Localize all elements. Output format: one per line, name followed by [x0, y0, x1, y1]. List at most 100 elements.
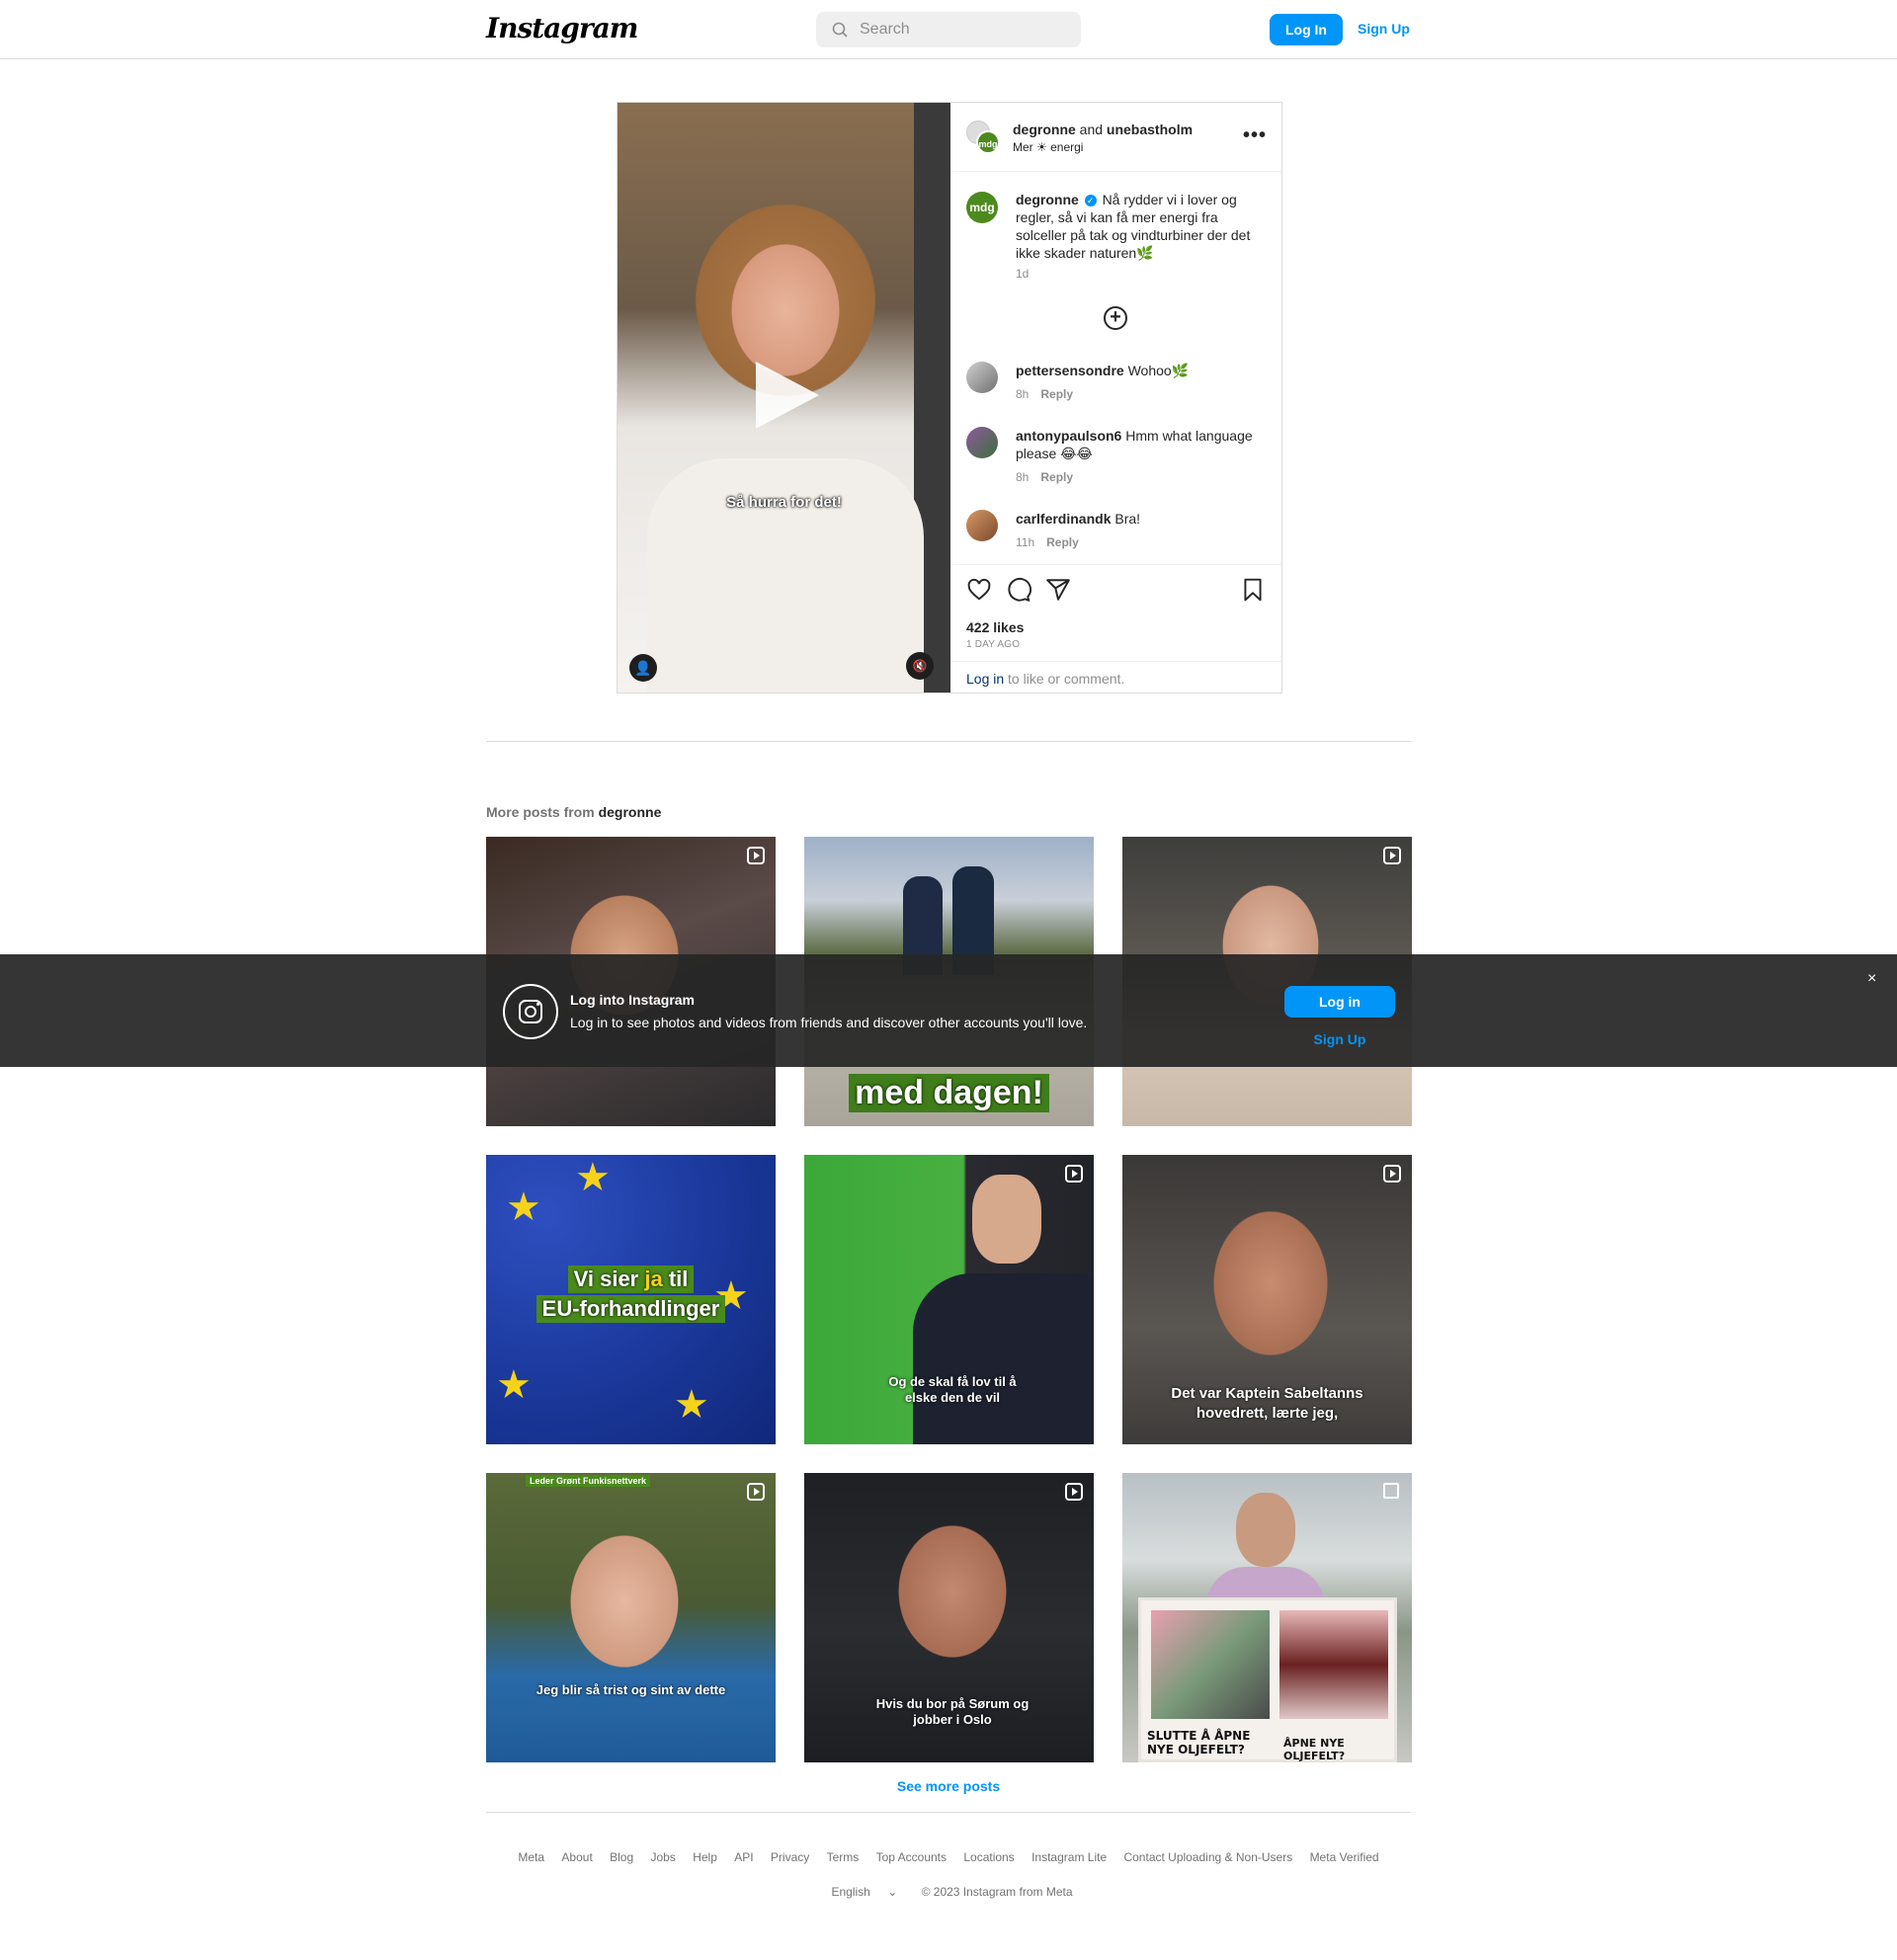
section-divider [486, 741, 1411, 742]
reply-button[interactable]: Reply [1046, 535, 1079, 549]
post-thumbnail[interactable]: Det var Kaptein Sabeltanns hovedrett, læ… [1122, 1155, 1412, 1444]
post-subtitle[interactable]: Mer ☀ energi [1013, 140, 1083, 154]
footer-link[interactable]: Instagram Lite [1031, 1850, 1107, 1864]
more-posts-username[interactable]: degronne [599, 804, 662, 820]
footer-link[interactable]: Privacy [771, 1850, 809, 1864]
close-icon[interactable]: × [1867, 970, 1876, 988]
mute-icon[interactable]: 🔇 [906, 652, 934, 680]
star-icon: ★ [674, 1383, 709, 1427]
login-prompt: Log in to like or comment. [950, 661, 1281, 694]
footer-link[interactable]: About [561, 1850, 592, 1864]
instagram-icon [503, 984, 558, 1039]
author-avatar[interactable]: mdg [976, 130, 1000, 154]
thumbnail-caption: Vi sier ja til EU-forhandlinger [486, 1266, 776, 1325]
comment-meta: 8h Reply [1016, 387, 1073, 401]
star-icon: ★ [496, 1363, 532, 1407]
post-thumbnail[interactable]: Hvis du bor på Sørum og jobber i Oslo [804, 1473, 1094, 1762]
thumbnail-caption: Det var Kaptein Sabeltanns hovedrett, læ… [1171, 1385, 1363, 1422]
reply-button[interactable]: Reply [1040, 470, 1073, 484]
copyright: © 2023 Instagram from Meta [921, 1885, 1073, 1899]
footer-link[interactable]: Blog [610, 1850, 633, 1864]
thumbnail-figure [972, 1175, 1041, 1264]
login-link[interactable]: Log in [966, 671, 1004, 687]
comment-avatar[interactable] [966, 427, 998, 458]
comment-meta: 11h Reply [1016, 535, 1079, 549]
signup-link[interactable]: Sign Up [1358, 21, 1410, 37]
author-username[interactable]: degronne [1013, 122, 1076, 137]
reel-icon [1383, 1165, 1401, 1183]
thumbnail-figure [913, 1273, 1094, 1444]
caption-avatar[interactable]: mdg [966, 192, 998, 223]
top-nav: Instagram Log In Sign Up [0, 0, 1897, 59]
see-more-posts-link[interactable]: See more posts [0, 1778, 1897, 1794]
reply-button[interactable]: Reply [1040, 387, 1073, 401]
comment-username[interactable]: carlferdinandk [1016, 511, 1111, 527]
comment-username[interactable]: antonypaulson6 [1016, 428, 1121, 444]
bookmark-icon[interactable] [1240, 577, 1266, 603]
protest-sign: SLUTTE Å ÅPNE NYE OLJEFELT? ÅPNE NYE OLJ… [1138, 1597, 1397, 1762]
comment-avatar[interactable] [966, 510, 998, 541]
footer-link[interactable]: Meta Verified [1310, 1850, 1379, 1864]
post-sidebar: mdg degronne and unebastholm Mer ☀ energ… [950, 103, 1281, 693]
comment-item: carlferdinandk Bra! [1016, 510, 1258, 528]
like-count[interactable]: 422 likes [966, 619, 1024, 635]
post-thumbnail[interactable]: Leder Grønt Funkisnettverk Jeg blir så t… [486, 1473, 776, 1762]
post-actions: 422 likes 1 DAY AGO Log in to like or co… [950, 564, 1281, 693]
play-icon[interactable] [756, 362, 819, 429]
search-box[interactable] [816, 12, 1081, 47]
thumbnail-figure [1236, 1493, 1295, 1567]
search-input[interactable] [860, 21, 1057, 39]
comment-meta: 8h Reply [1016, 470, 1073, 484]
footer-link[interactable]: Help [693, 1850, 717, 1864]
post-caption: degronne ✓ Nå rydder vi i lover og regle… [1016, 191, 1258, 262]
footer-links: Meta About Blog Jobs Help API Privacy Te… [0, 1850, 1897, 1864]
reel-icon [1065, 1483, 1083, 1501]
more-icon[interactable]: ••• [1243, 124, 1267, 147]
footer-link[interactable]: Meta [518, 1850, 544, 1864]
post-thumbnail[interactable]: SLUTTE Å ÅPNE NYE OLJEFELT? ÅPNE NYE OLJ… [1122, 1473, 1412, 1762]
comment-text: Bra! [1114, 511, 1141, 527]
reel-icon [1383, 847, 1401, 864]
post-authors: degronne and unebastholm [1013, 122, 1193, 137]
footer-link[interactable]: Jobs [651, 1850, 676, 1864]
language-select[interactable]: English ⌄ [824, 1885, 904, 1899]
comment-username[interactable]: pettersensondre [1016, 363, 1124, 378]
more-posts-text: More posts from [486, 804, 595, 820]
sign-collage [1151, 1610, 1270, 1719]
comment-time: 8h [1016, 470, 1030, 484]
chevron-down-icon: ⌄ [887, 1885, 898, 1899]
load-more-comments-icon[interactable]: + [1104, 306, 1127, 330]
user-tag-icon[interactable]: 👤 [629, 654, 657, 682]
banner-login-button[interactable]: Log in [1284, 986, 1395, 1018]
reel-icon [747, 1483, 765, 1501]
collaborator-username[interactable]: unebastholm [1107, 122, 1193, 137]
reel-icon [1065, 1165, 1083, 1183]
sign-text: SLUTTE Å ÅPNE NYE OLJEFELT? [1147, 1729, 1251, 1756]
footer-link[interactable]: Terms [827, 1850, 860, 1864]
banner-signup-link[interactable]: Sign Up [1284, 1031, 1395, 1047]
comment-icon[interactable] [1006, 577, 1031, 603]
and-text: and [1079, 122, 1104, 137]
caption-username[interactable]: degronne [1016, 192, 1079, 207]
post-thumbnail[interactable]: ★ ★ ★ ★ ★ Vi sier ja til EU-forhandlinge… [486, 1155, 776, 1444]
footer-link[interactable]: Contact Uploading & Non-Users [1123, 1850, 1292, 1864]
login-button[interactable]: Log In [1270, 14, 1343, 45]
multiple-posts-icon [1383, 1483, 1399, 1499]
footer-link[interactable]: API [734, 1850, 753, 1864]
sign-photo [1279, 1610, 1388, 1719]
heart-icon[interactable] [966, 577, 992, 603]
banner-title: Log into Instagram [570, 992, 695, 1008]
footer-bottom: English ⌄ © 2023 Instagram from Meta [0, 1885, 1897, 1899]
instagram-logo[interactable]: Instagram [486, 12, 638, 44]
comment-avatar[interactable] [966, 362, 998, 393]
footer-link[interactable]: Locations [963, 1850, 1014, 1864]
video-caption: Så hurra for det! [726, 494, 842, 511]
login-banner: Log into Instagram Log in to see photos … [0, 954, 1897, 1067]
thumbnail-caption: Jeg blir så trist og sint av dette [536, 1682, 726, 1697]
footer-link[interactable]: Top Accounts [876, 1850, 947, 1864]
footer-divider [486, 1812, 1411, 1813]
thumbnail-caption: Hvis du bor på Sørum og jobber i Oslo [875, 1696, 1030, 1727]
post-thumbnail[interactable]: Og de skal få lov til å elske den de vil [804, 1155, 1094, 1444]
post-video[interactable]: Så hurra for det! 👤 🔇 [618, 103, 950, 693]
share-icon[interactable] [1045, 577, 1071, 603]
